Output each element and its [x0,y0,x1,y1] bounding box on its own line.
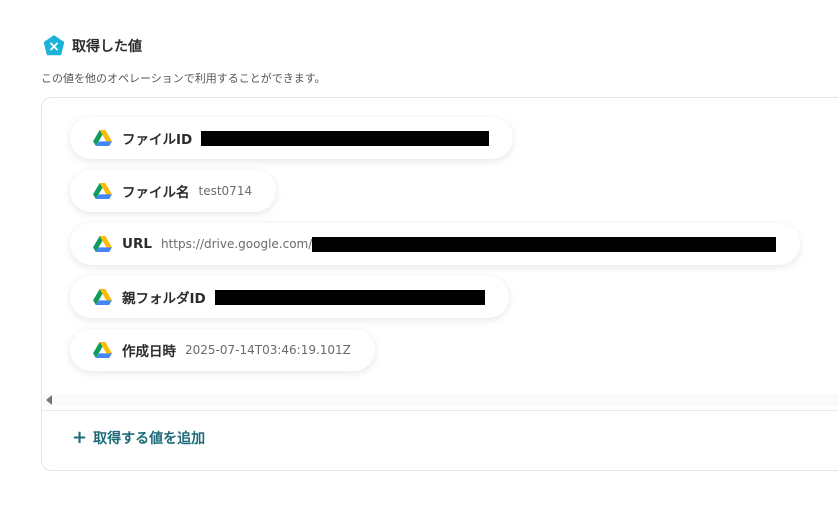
field-label: 親フォルダID [122,291,206,307]
section-title: 取得した値 [72,39,142,55]
value-chip-url[interactable]: URL https://drive.google.com/ [70,223,801,265]
divider [42,410,838,411]
redaction-bar [312,236,777,252]
field-label: URL [122,236,152,252]
values-panel: ファイルID ファイル名 test0714 URL https://drive.… [41,97,838,471]
google-drive-icon [93,235,112,252]
pentagon-x-icon [43,35,65,56]
google-drive-icon [93,182,112,199]
value-chip-file-name[interactable]: ファイル名 test0714 [70,170,277,212]
value-chip-parent-folder-id[interactable]: 親フォルダID [70,276,509,318]
field-label: ファイルID [122,132,193,148]
field-value: https://drive.google.com/ [160,237,313,251]
value-chip-file-id[interactable]: ファイルID [70,117,514,159]
value-chip-created-at[interactable]: 作成日時 2025-07-14T03:46:19.101Z [70,329,375,371]
section-header: 取得した値 [43,35,142,57]
horizontal-scrollbar[interactable] [42,394,838,406]
add-value-label: 取得する値を追加 [93,431,206,447]
field-label: ファイル名 [122,185,190,201]
field-value: test0714 [198,184,253,198]
redaction-bar [214,289,485,305]
field-value: 2025-07-14T03:46:19.101Z [185,343,351,357]
google-drive-icon [93,288,112,305]
plus-icon: + [72,427,88,448]
section-description: この値を他のオペレーションで利用することができます。 [41,72,326,85]
redaction-bar [201,130,490,146]
add-value-button[interactable]: + 取得する値を追加 [72,428,205,448]
scroll-left-arrow-icon[interactable] [46,395,52,405]
google-drive-icon [93,129,112,146]
google-drive-icon [93,341,112,358]
field-label: 作成日時 [122,344,176,360]
